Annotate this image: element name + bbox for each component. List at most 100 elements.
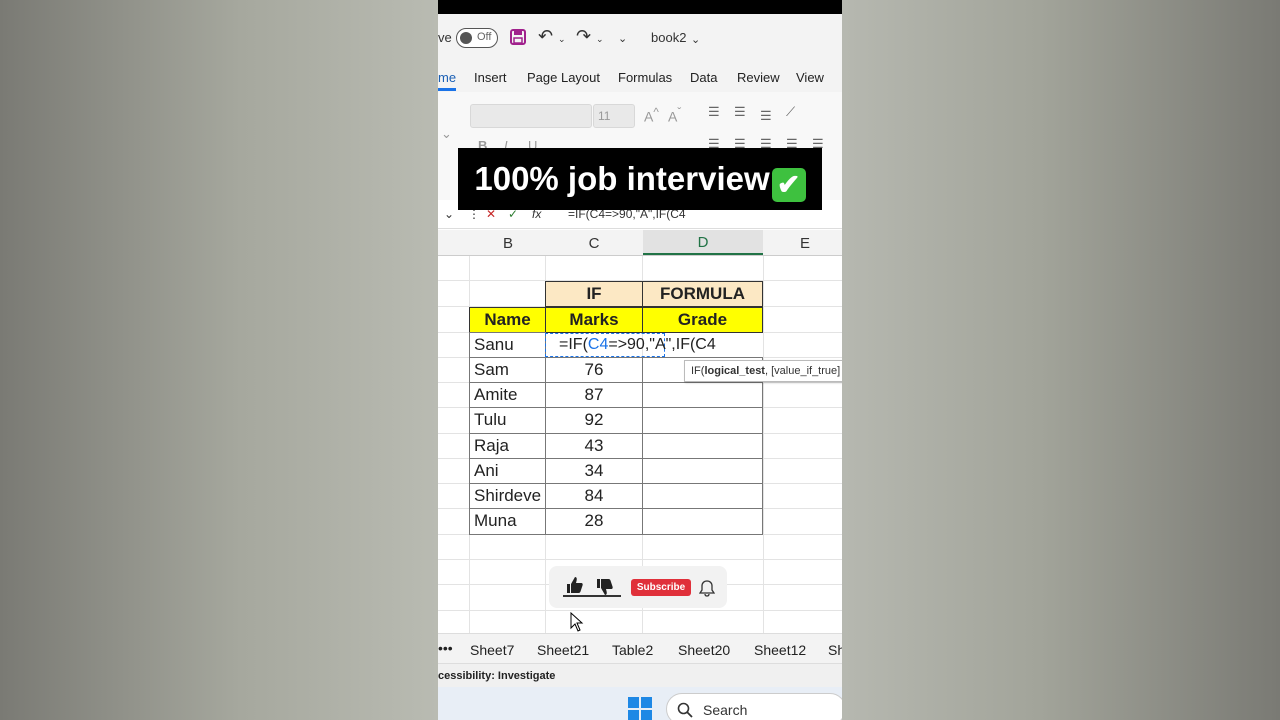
orientation-icon[interactable]: ⟋ [786, 104, 795, 120]
table-row-grade[interactable] [642, 458, 763, 484]
redo-icon[interactable]: ↷ [576, 26, 591, 47]
font-size-value: 11 [598, 109, 611, 123]
align-middle-icon[interactable]: ☰ [734, 104, 746, 120]
win-square [628, 710, 639, 720]
table-row-marks[interactable]: 76 [545, 357, 643, 383]
sheet-tab-sheet21[interactable]: Sheet21 [537, 642, 589, 658]
column-header-b[interactable]: B [500, 235, 516, 252]
name-box-chevron-icon[interactable]: ⌄ [444, 207, 454, 221]
cell-c3[interactable]: Marks [545, 307, 643, 333]
column-headers: B C D E [438, 230, 842, 256]
function-tooltip[interactable]: IF(logical_test, [value_if_true] [684, 360, 842, 382]
table-row-grade[interactable] [642, 483, 763, 509]
font-name-box[interactable] [470, 104, 592, 128]
tab-view[interactable]: View [796, 70, 824, 85]
search-icon [677, 702, 693, 718]
video-background-right [842, 0, 1280, 720]
undo-icon[interactable]: ↶ [538, 26, 553, 47]
table-row-name[interactable]: Shirdeve [469, 483, 546, 509]
thumbs-down-icon[interactable] [595, 578, 615, 596]
windows-taskbar: Search [438, 687, 842, 720]
table-row-name[interactable]: Sanu [469, 332, 546, 358]
tab-insert[interactable]: Insert [474, 70, 507, 85]
accessibility-status[interactable]: cessibility: Investigate [438, 670, 555, 682]
checkmark-icon: ✔ [771, 168, 806, 202]
table-row-marks[interactable]: 87 [545, 382, 643, 408]
win-square [641, 710, 652, 720]
tab-data[interactable]: Data [690, 70, 717, 85]
toggle-label: Off [477, 31, 492, 43]
align-bottom-icon[interactable]: ☰ [760, 108, 772, 124]
table-row-name[interactable]: Raja [469, 433, 546, 459]
ribbon-collapse-icon[interactable]: ⌄ [441, 126, 452, 142]
table-row-grade[interactable] [642, 407, 763, 434]
increase-font-icon[interactable]: A^ [644, 106, 659, 125]
cell-formula-text[interactable]: =IF(C4=>90,"A",IF(C4 [559, 336, 716, 354]
tooltip-arg1[interactable]: logical_test [704, 365, 765, 377]
column-header-d[interactable]: D [643, 230, 763, 255]
table-row-grade[interactable] [642, 508, 763, 535]
sheet-tab-partial[interactable]: Sh [828, 642, 842, 658]
tab-home[interactable]: me [438, 70, 456, 85]
table-row-name[interactable]: Ani [469, 458, 546, 484]
customize-qat-icon[interactable]: ⌄ [618, 32, 627, 45]
table-row-name[interactable]: Amite [469, 382, 546, 408]
excel-window: ve Off ↶ ⌄ ↷ ⌄ ⌄ book2 ⌄ me Insert Page … [438, 0, 842, 720]
search-label: Search [703, 702, 748, 718]
tab-formulas[interactable]: Formulas [618, 70, 672, 85]
redo-dropdown-icon[interactable]: ⌄ [596, 34, 604, 45]
subscribe-button[interactable]: Subscribe [631, 579, 691, 596]
taskbar-search[interactable]: Search [666, 693, 842, 720]
align-top-icon[interactable]: ☰ [708, 104, 720, 120]
font-size-box[interactable]: 11 [593, 104, 635, 128]
sheet-tab-sheet7[interactable]: Sheet7 [470, 642, 514, 658]
toggle-knob [460, 32, 472, 44]
table-row-marks[interactable]: 34 [545, 458, 643, 484]
cell-d3[interactable]: Grade [642, 307, 763, 333]
cell-d2[interactable]: FORMULA [642, 281, 763, 307]
table-row-name[interactable]: Sam [469, 357, 546, 383]
ribbon-tabs: me Insert Page Layout Formulas Data Revi… [438, 64, 842, 92]
cell-c2[interactable]: IF [545, 281, 643, 307]
quick-access-toolbar: ve Off ↶ ⌄ ↷ ⌄ ⌄ book2 ⌄ [438, 14, 842, 64]
sheet-tab-table2[interactable]: Table2 [612, 642, 653, 658]
banner-text: 100% job interview [474, 160, 770, 197]
column-header-e[interactable]: E [798, 235, 812, 252]
like-underline [563, 595, 621, 597]
tab-page-layout[interactable]: Page Layout [527, 70, 600, 85]
bell-icon[interactable] [699, 579, 715, 597]
table-row-name[interactable]: Muna [469, 508, 546, 535]
table-row-marks[interactable]: 28 [545, 508, 643, 535]
windows-start-icon[interactable] [628, 697, 652, 720]
tooltip-rest[interactable]: , [value_if_true] [765, 365, 840, 377]
undo-dropdown-icon[interactable]: ⌄ [558, 34, 566, 45]
table-row-marks[interactable]: 43 [545, 433, 643, 459]
table-row-name[interactable]: Tulu [469, 407, 546, 434]
cell-b3[interactable]: Name [469, 307, 546, 333]
top-black-bar [438, 0, 842, 14]
win-square [628, 697, 639, 708]
sheet-tabs: ••• Sheet7 Sheet21 Table2 Sheet20 Sheet1… [438, 633, 842, 664]
table-row-marks[interactable]: 84 [545, 483, 643, 509]
save-icon[interactable] [510, 29, 526, 45]
workbook-name[interactable]: book2 [651, 30, 686, 45]
table-row-grade[interactable] [642, 382, 763, 408]
thumbs-up-icon[interactable] [565, 576, 585, 594]
sheet-tab-sheet20[interactable]: Sheet20 [678, 642, 730, 658]
win-square [641, 697, 652, 708]
formula-rest: =>90,"A",IF(C4 [608, 336, 716, 353]
workbook-chevron-icon[interactable]: ⌄ [691, 33, 700, 46]
status-bar: cessibility: Investigate [438, 663, 842, 688]
video-background-left [0, 0, 438, 720]
more-sheets-icon[interactable]: ••• [438, 640, 453, 656]
tooltip-func: IF( [691, 365, 705, 377]
sheet-tab-sheet12[interactable]: Sheet12 [754, 642, 806, 658]
autosave-toggle[interactable]: Off [456, 28, 498, 48]
table-row-grade[interactable] [642, 433, 763, 459]
decrease-font-icon[interactable]: Aˇ [668, 106, 681, 125]
autosave-label: ve [438, 30, 452, 45]
column-header-c[interactable]: C [588, 235, 600, 252]
overlay-banner: 100% job interview ✔ [458, 148, 822, 210]
table-row-marks[interactable]: 92 [545, 407, 643, 434]
tab-review[interactable]: Review [737, 70, 780, 85]
